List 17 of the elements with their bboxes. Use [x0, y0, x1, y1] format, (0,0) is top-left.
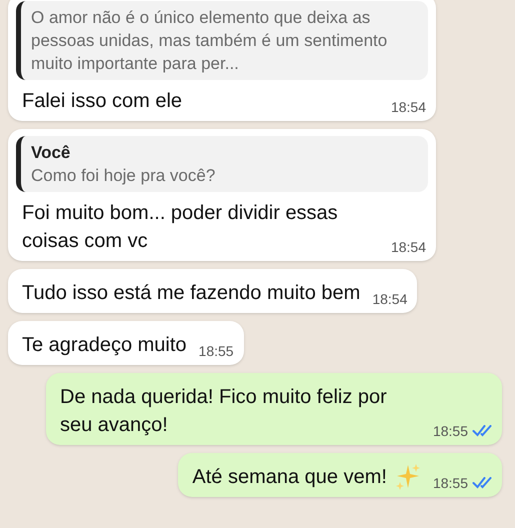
- message-time: 18:55: [198, 343, 234, 359]
- message-time: 18:54: [390, 99, 426, 115]
- message-text: Até semana que vem!: [192, 465, 387, 490]
- message-time: 18:55: [432, 475, 468, 491]
- quoted-message[interactable]: Você Como foi hoje pra você?: [16, 136, 428, 192]
- message-time: 18:55: [432, 423, 468, 439]
- quote-author: Você: [31, 142, 72, 164]
- message-text: De nada querida! Fico muito feliz por seu avanço!: [60, 385, 388, 438]
- message-text: Falei isso com ele: [22, 89, 182, 114]
- message-text: Tudo isso está me fazendo muito bem: [22, 281, 360, 306]
- message-time: 18:54: [390, 239, 426, 255]
- quote-text: O amor não é o único elemento que deixa as pessoas unidas, mas também é um sentimento muito importante para per...: [31, 7, 388, 75]
- message-text: Te agradeço muito: [22, 333, 187, 358]
- message-text: Foi muito bom... poder dividir essas coisas com vc: [22, 201, 339, 254]
- quoted-message[interactable]: O amor não é o único elemento que deixa as pessoas unidas, mas também é um sentimento muito importante para per...: [16, 1, 428, 80]
- message-time: 18:54: [372, 291, 408, 307]
- quote-text: Como foi hoje pra você?: [31, 165, 216, 187]
